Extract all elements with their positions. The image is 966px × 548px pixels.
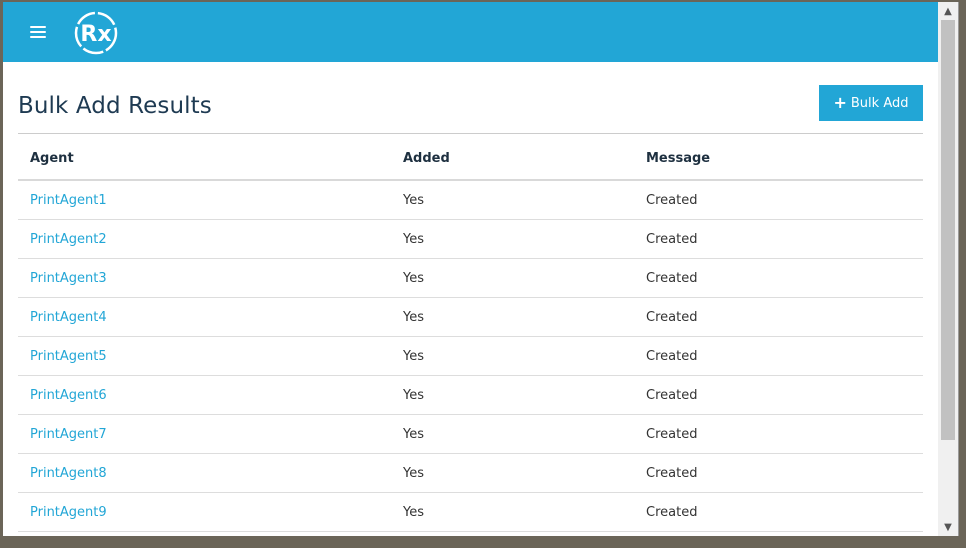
plus-icon: +: [833, 93, 847, 112]
column-header-message[interactable]: Message: [634, 138, 923, 181]
table-header-row: Agent Added Message: [18, 138, 923, 181]
message-cell: Created: [634, 375, 923, 415]
agent-link[interactable]: PrintAgent9: [30, 505, 107, 520]
message-cell: Created: [634, 453, 923, 493]
agent-link[interactable]: PrintAgent1: [30, 193, 107, 208]
agent-link[interactable]: PrintAgent3: [30, 271, 107, 286]
bulk-add-label: Bulk Add: [850, 95, 909, 111]
scroll-up-arrow-icon[interactable]: ▲: [938, 2, 958, 20]
agent-cell: PrintAgent9: [18, 492, 391, 532]
table-row: PrintAgent6 Yes Created: [18, 375, 923, 415]
added-cell: Yes: [391, 180, 634, 220]
scrollbar-thumb[interactable]: [941, 20, 955, 440]
message-cell: Created: [634, 219, 923, 259]
main-content: Bulk Add Results + Bulk Add Agent Added …: [3, 62, 938, 536]
agent-link[interactable]: PrintAgent5: [30, 349, 107, 364]
table-row: PrintAgent3 Yes Created: [18, 258, 923, 298]
agent-link[interactable]: PrintAgent6: [30, 388, 107, 403]
added-cell: Yes: [391, 453, 634, 493]
message-cell: Created: [634, 180, 923, 220]
table-row: PrintAgent4 Yes Created: [18, 297, 923, 337]
agent-cell: PrintAgent5: [18, 336, 391, 376]
table-row: PrintAgent1 Yes Created: [18, 180, 923, 220]
rx-logo[interactable]: Rx: [73, 10, 119, 56]
table-row: PrintAgent9 Yes Created: [18, 492, 923, 532]
agent-cell: PrintAgent6: [18, 375, 391, 415]
hamburger-menu-icon[interactable]: [30, 23, 46, 39]
table-row: PrintAgent7 Yes Created: [18, 414, 923, 454]
top-navigation-bar: Rx: [3, 2, 938, 62]
vertical-scrollbar[interactable]: ▲ ▼: [938, 2, 958, 536]
results-table: Agent Added Message PrintAgent1 Yes Create…: [18, 138, 923, 532]
column-header-added[interactable]: Added: [391, 138, 634, 181]
message-cell: Created: [634, 336, 923, 376]
agent-link[interactable]: PrintAgent2: [30, 232, 107, 247]
message-cell: Created: [634, 492, 923, 532]
agent-cell: PrintAgent1: [18, 180, 391, 220]
bulk-add-button[interactable]: + Bulk Add: [819, 85, 923, 121]
message-cell: Created: [634, 258, 923, 298]
column-header-agent[interactable]: Agent: [18, 138, 391, 181]
added-cell: Yes: [391, 375, 634, 415]
agent-link[interactable]: PrintAgent4: [30, 310, 107, 325]
table-row: PrintAgent5 Yes Created: [18, 336, 923, 376]
agent-link[interactable]: PrintAgent8: [30, 466, 107, 481]
added-cell: Yes: [391, 258, 634, 298]
message-cell: Created: [634, 414, 923, 454]
added-cell: Yes: [391, 336, 634, 376]
added-cell: Yes: [391, 297, 634, 337]
agent-link[interactable]: PrintAgent7: [30, 427, 107, 442]
agent-cell: PrintAgent7: [18, 414, 391, 454]
table-row: PrintAgent2 Yes Created: [18, 219, 923, 259]
table-body: PrintAgent1 Yes Created PrintAgent2 Yes Creat…: [18, 180, 923, 532]
table-row: PrintAgent8 Yes Created: [18, 453, 923, 493]
agent-cell: PrintAgent8: [18, 453, 391, 493]
agent-cell: PrintAgent2: [18, 219, 391, 259]
added-cell: Yes: [391, 414, 634, 454]
agent-cell: PrintAgent4: [18, 297, 391, 337]
scroll-down-arrow-icon[interactable]: ▼: [938, 518, 958, 536]
title-divider: [18, 133, 923, 134]
logo-text: Rx: [80, 22, 111, 47]
browser-window: Rx Bulk Add Results + Bulk Add Agent Add…: [3, 2, 959, 536]
agent-cell: PrintAgent3: [18, 258, 391, 298]
added-cell: Yes: [391, 219, 634, 259]
message-cell: Created: [634, 297, 923, 337]
added-cell: Yes: [391, 492, 634, 532]
page-title: Bulk Add Results: [18, 93, 212, 119]
